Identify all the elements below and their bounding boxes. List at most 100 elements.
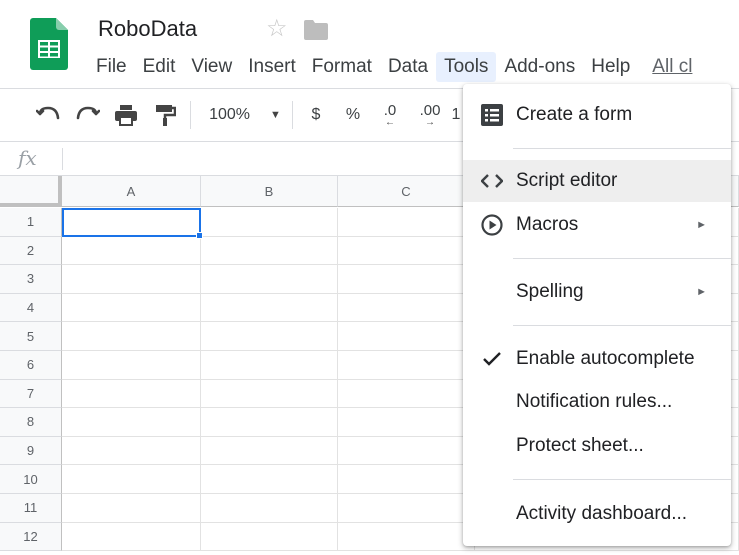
row-header-4[interactable]: 4 [0, 293, 62, 323]
toolbar-separator [190, 101, 191, 129]
grid-cell[interactable] [62, 265, 201, 294]
menu-item-activity-dashboard[interactable]: Activity dashboard... [463, 493, 731, 535]
sheets-logo-icon[interactable] [30, 18, 68, 70]
menu-item-label: Enable autocomplete [516, 348, 695, 369]
select-all-corner[interactable] [0, 176, 62, 207]
grid-cell[interactable] [201, 322, 338, 351]
menu-item-notification-rules[interactable]: Notification rules... [463, 381, 731, 423]
menu-data[interactable]: Data [380, 52, 436, 82]
grid-cell[interactable] [338, 351, 475, 380]
row-header-11[interactable]: 11 [0, 494, 62, 523]
grid-cell[interactable] [201, 494, 338, 523]
folder-icon[interactable] [304, 20, 328, 40]
percent-format-button[interactable]: % [340, 101, 366, 129]
grid-cell[interactable] [201, 265, 338, 294]
menu-item-script-editor[interactable]: Script editor [463, 160, 731, 202]
decrease-decimal-button[interactable]: .0 ← [376, 101, 404, 129]
print-button[interactable] [112, 101, 140, 129]
grid-cell[interactable] [62, 351, 201, 380]
currency-format-button[interactable]: $ [304, 101, 328, 129]
more-formats-button[interactable]: 1 [450, 101, 462, 129]
grid-cell[interactable] [62, 494, 201, 523]
menu-item-spelling[interactable]: Spelling ► [463, 271, 731, 313]
row-header-5[interactable]: 5 [0, 322, 62, 351]
menu-tools[interactable]: Tools [436, 52, 497, 82]
grid-cell[interactable] [62, 436, 201, 466]
grid-cell[interactable] [338, 436, 475, 466]
redo-button[interactable] [74, 101, 102, 129]
grid-cell[interactable] [338, 293, 475, 323]
grid-cell[interactable] [201, 436, 338, 466]
grid-cell[interactable] [201, 208, 338, 237]
menu-view[interactable]: View [183, 52, 240, 82]
undo-icon [36, 106, 60, 120]
fx-icon: fx [18, 146, 37, 170]
grid-cell[interactable] [62, 465, 201, 494]
arrow-left-icon: ← [385, 117, 395, 128]
menu-edit[interactable]: Edit [135, 52, 184, 82]
grid-cell[interactable] [201, 351, 338, 380]
grid-cell[interactable] [338, 208, 475, 237]
column-header-b[interactable]: B [201, 176, 338, 207]
menu-item-enable-autocomplete[interactable]: Enable autocomplete [463, 338, 731, 380]
grid-cell[interactable] [338, 465, 475, 494]
row-header-3[interactable]: 3 [0, 265, 62, 294]
zoom-value: 100% [209, 106, 251, 123]
grid-cell[interactable] [338, 322, 475, 351]
check-icon [481, 348, 503, 370]
menu-item-protect-sheet[interactable]: Protect sheet... [463, 425, 731, 467]
row-header-2[interactable]: 2 [0, 236, 62, 266]
menu-item-label: Script editor [516, 170, 618, 191]
grid-cell[interactable] [338, 494, 475, 523]
grid-cell[interactable] [201, 408, 338, 437]
selected-cell-outline[interactable] [62, 208, 203, 239]
row-header-10[interactable]: 10 [0, 465, 62, 494]
grid-cell[interactable] [62, 236, 201, 266]
grid-cell[interactable] [201, 293, 338, 323]
form-icon [481, 104, 503, 126]
column-header-c[interactable]: C [338, 176, 475, 207]
paint-format-button[interactable] [152, 101, 178, 129]
app-header: RoboData ☆ File Edit View Insert Format … [0, 0, 739, 88]
column-header-a[interactable]: A [62, 176, 201, 207]
row-header-6[interactable]: 6 [0, 351, 62, 380]
menu-format[interactable]: Format [304, 52, 380, 82]
grid-cell[interactable] [62, 293, 201, 323]
menu-add-ons[interactable]: Add-ons [496, 52, 583, 82]
menu-file[interactable]: File [88, 52, 135, 82]
row-header-8[interactable]: 8 [0, 408, 62, 437]
grid-cell[interactable] [62, 322, 201, 351]
row-header-1[interactable]: 1 [0, 208, 62, 237]
menu-help[interactable]: Help [583, 52, 638, 82]
grid-cell[interactable] [338, 236, 475, 266]
grid-cell[interactable] [338, 408, 475, 437]
document-title[interactable]: RoboData [98, 16, 197, 42]
grid-cell[interactable] [201, 522, 338, 552]
menu-separator [513, 479, 731, 480]
grid-cell[interactable] [338, 379, 475, 409]
fill-handle[interactable] [196, 232, 203, 239]
grid-cell[interactable] [62, 379, 201, 409]
menu-item-label: Notification rules... [516, 391, 673, 412]
row-header-9[interactable]: 9 [0, 436, 62, 466]
row-header-12[interactable]: 12 [0, 522, 62, 552]
grid-cell[interactable] [62, 522, 201, 552]
zoom-select[interactable]: 100% ▼ [204, 101, 286, 129]
undo-button[interactable] [34, 101, 62, 129]
play-circle-icon [481, 214, 503, 236]
menu-item-create-form[interactable]: Create a form [463, 94, 731, 136]
row-header-7[interactable]: 7 [0, 379, 62, 409]
grid-cell[interactable] [201, 236, 338, 266]
grid-cell[interactable] [201, 379, 338, 409]
submenu-arrow-icon: ► [696, 219, 707, 231]
grid-cell[interactable] [201, 465, 338, 494]
all-changes-link[interactable]: All cl [644, 52, 700, 82]
increase-decimal-button[interactable]: .00 → [414, 101, 446, 129]
grid-cell[interactable] [338, 265, 475, 294]
tools-menu-dropdown: Create a form Script editor Macros ► Spe… [463, 84, 731, 546]
menu-item-macros[interactable]: Macros ► [463, 204, 731, 246]
menu-insert[interactable]: Insert [240, 52, 304, 82]
grid-cell[interactable] [62, 408, 201, 437]
grid-cell[interactable] [338, 522, 475, 552]
star-icon[interactable]: ☆ [266, 14, 288, 43]
